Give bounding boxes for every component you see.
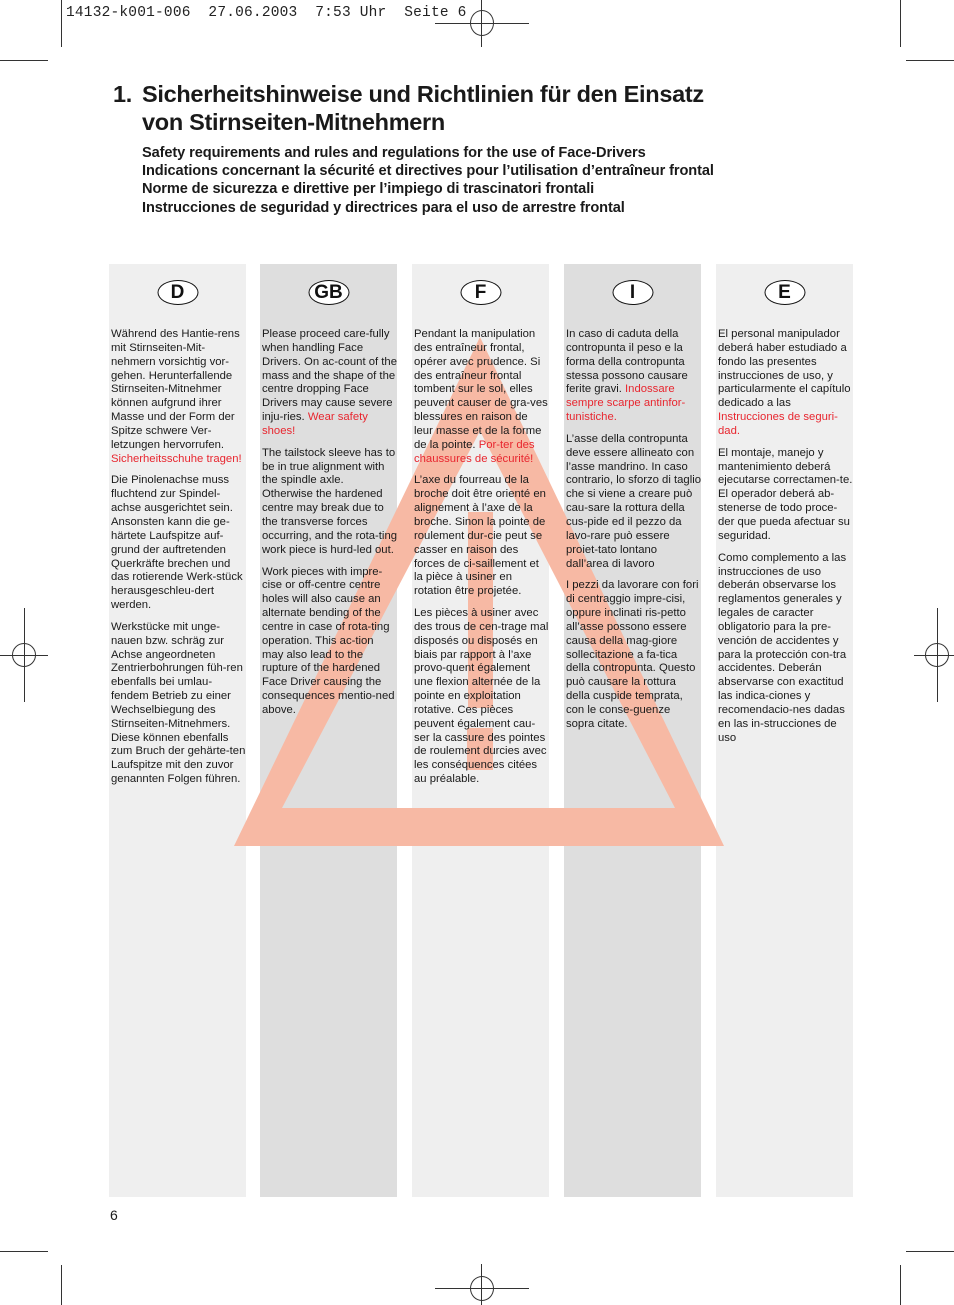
column-spanish: E El personal manipulador deberá haber e…	[716, 264, 853, 1197]
column-text: In caso di caduta della contropunta il p…	[566, 328, 701, 740]
column-text: Während des Hantie-rens mit Stirnseiten-…	[111, 328, 246, 795]
column-english: GB Please proceed care-fully when handli…	[260, 264, 397, 1197]
paragraph: Pendant la manipulation des entraîneur f…	[414, 328, 548, 465]
language-columns: D Während des Hantie-rens mit Stirnseite…	[0, 0, 954, 1305]
paragraph: Die Pinolenachse muss fluchtend zur Spin…	[111, 474, 243, 612]
paragraph: Please proceed care-fully when handling …	[262, 328, 397, 437]
column-text: Please proceed care-fully when handling …	[262, 328, 397, 726]
warning-text: Sicherheitsschuhe tragen!	[111, 452, 242, 465]
column-text: El personal manipulador deberá haber est…	[718, 328, 853, 753]
column-text: Pendant la manipulation des entraîneur f…	[414, 328, 549, 795]
language-badge-f: F	[460, 280, 501, 305]
paragraph: Werkstücke mit unge-nauen bzw. schräg zu…	[111, 620, 246, 786]
language-badge-gb: GB	[308, 280, 349, 305]
column-italian: I In caso di caduta della contropunta il…	[564, 264, 701, 1197]
column-french: F Pendant la manipulation des entraîneur…	[412, 264, 549, 1197]
paragraph: L’asse della contropunta deve essere all…	[566, 432, 702, 570]
warning-text: Instrucciones de seguri-dad.	[718, 411, 838, 437]
paragraph: I pezzi da lavorare con fori di centragg…	[566, 579, 699, 730]
language-badge-e: E	[764, 280, 805, 305]
paragraph: L’axe du fourreau de la broche doit être…	[414, 474, 546, 598]
paragraph: The tailstock sleeve has to be in true a…	[262, 446, 398, 556]
paragraph: Work pieces with impre-cise or off-centr…	[262, 565, 395, 716]
paragraph: El personal manipulador deberá haber est…	[718, 328, 851, 437]
paragraph: In caso di caduta della contropunta il p…	[566, 328, 688, 424]
column-german: D Während des Hantie-rens mit Stirnseite…	[109, 264, 246, 1197]
language-badge-i: I	[612, 280, 653, 305]
paragraph: Während des Hantie-rens mit Stirnseiten-…	[111, 328, 242, 465]
language-badge-d: D	[157, 280, 198, 305]
paragraph: Les pièces à usiner avec des trous de ce…	[414, 607, 549, 786]
paragraph: Como complemento a las instrucciones de …	[718, 551, 847, 744]
paragraph: El montaje, manejo y mantenimiento deber…	[718, 446, 853, 542]
